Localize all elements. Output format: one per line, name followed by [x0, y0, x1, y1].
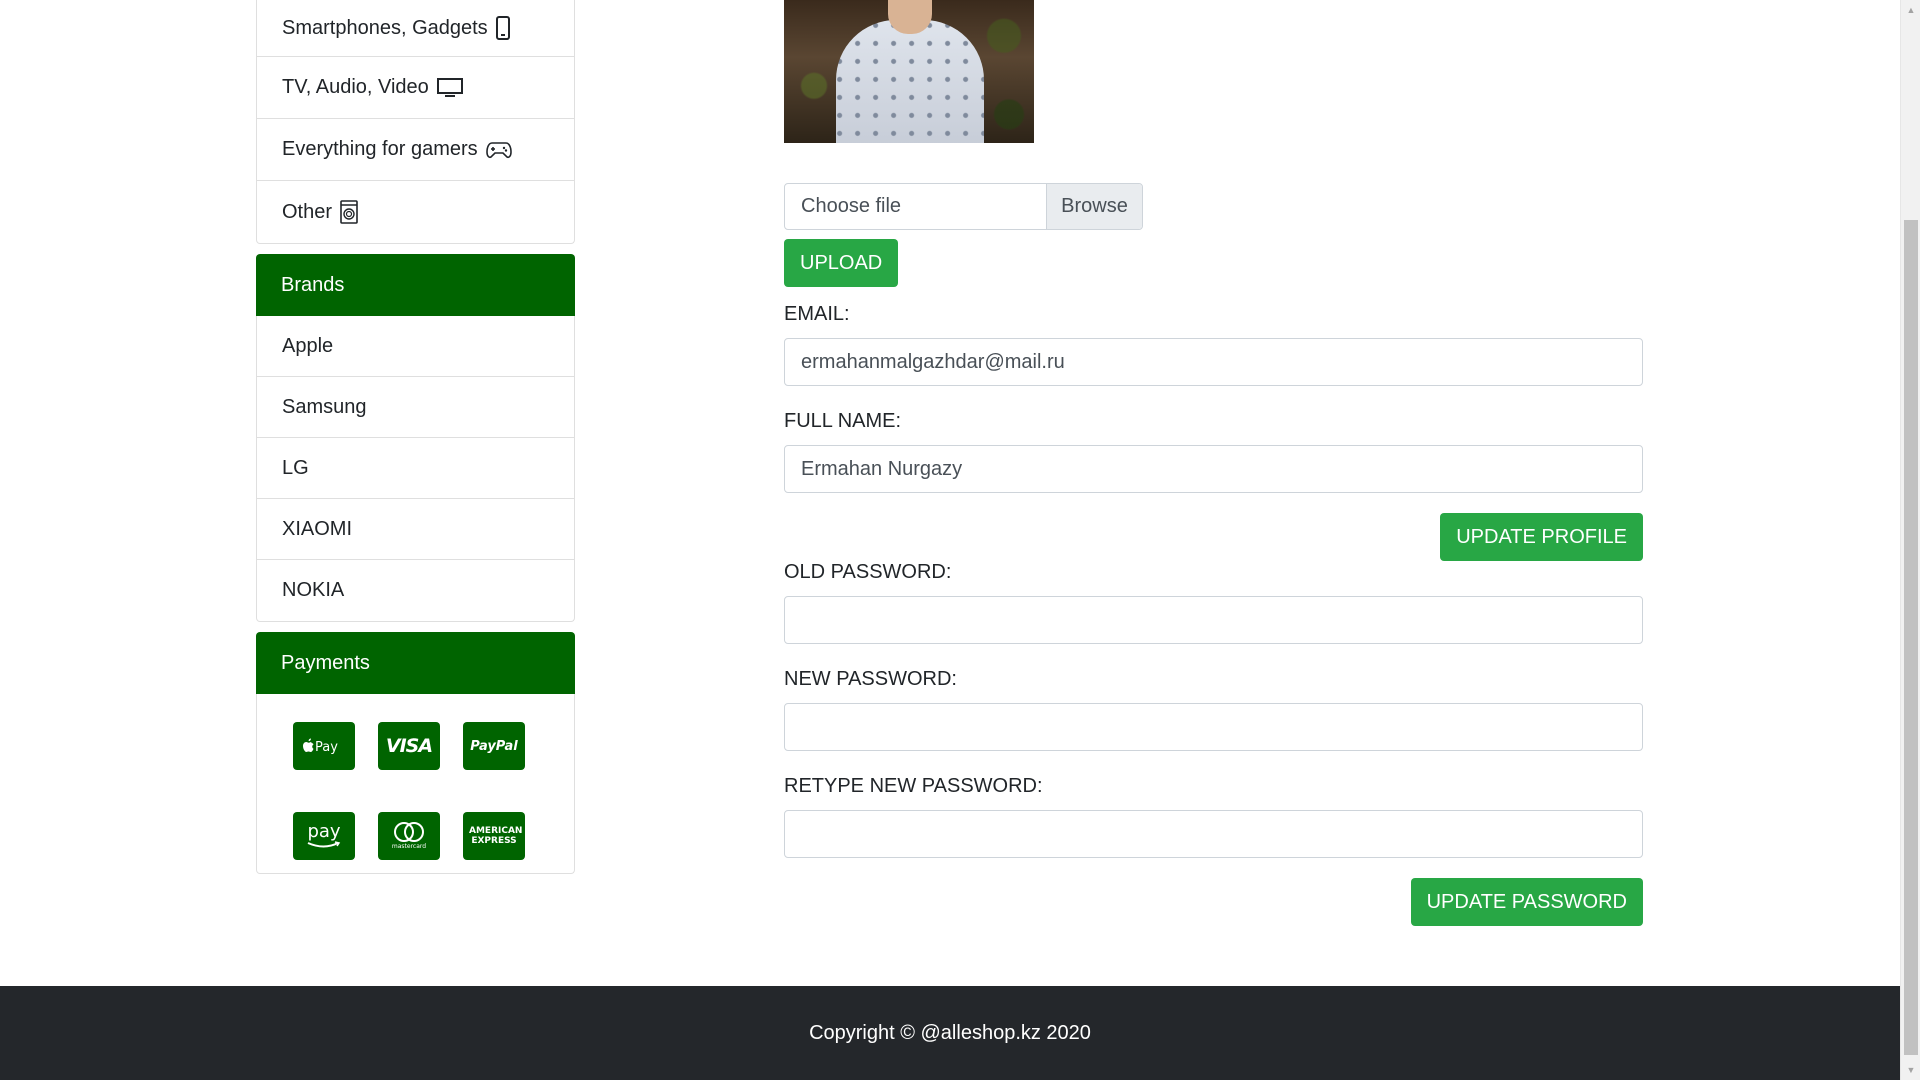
amazon-pay-icon: pay: [293, 811, 355, 860]
smartphone-icon: [495, 16, 510, 40]
brands-header: Brands: [256, 254, 575, 316]
brand-label: Apple: [282, 334, 334, 357]
brand-item-samsung[interactable]: Samsung: [257, 377, 574, 438]
brands-list: Apple Samsung LG XIAOMI NOKIA: [256, 316, 575, 622]
mastercard-icon: mastercard: [378, 811, 440, 860]
update-password-button[interactable]: UPDATE PASSWORD: [1410, 878, 1643, 926]
brand-label: XIAOMI: [282, 517, 353, 540]
brand-item-lg[interactable]: LG: [257, 438, 574, 499]
brand-item-nokia[interactable]: NOKIA: [257, 560, 574, 621]
category-item-smartphones[interactable]: Smartphones, Gadgets: [257, 0, 574, 57]
brand-item-apple[interactable]: Apple: [257, 316, 574, 377]
file-chooser[interactable]: Choose file Browse: [784, 183, 1143, 230]
apple-pay-label: Pay: [315, 740, 338, 755]
category-item-other[interactable]: Other: [257, 181, 574, 243]
scroll-down-icon[interactable]: ▼: [1901, 1060, 1920, 1080]
profile-form: Choose file Browse UPLOAD EMAIL: ermahan…: [784, 0, 1644, 926]
brand-label: Samsung: [282, 395, 367, 418]
file-chooser-placeholder: Choose file: [801, 195, 902, 217]
category-item-gamers[interactable]: Everything for gamers: [257, 119, 574, 181]
monitor-icon: [436, 77, 463, 98]
mastercard-label: mastercard: [391, 842, 427, 850]
visa-icon: VISA: [378, 722, 440, 770]
browse-button[interactable]: Browse: [1046, 184, 1142, 229]
footer: Copyright © @alleshop.kz 2020: [0, 986, 1900, 1080]
retype-password-label: RETYPE NEW PASSWORD:: [784, 775, 1043, 797]
full-name-label: FULL NAME:: [784, 410, 902, 432]
upload-button[interactable]: UPLOAD: [784, 239, 899, 287]
amazon-pay-label: pay: [307, 820, 341, 842]
apple-pay-icon: Pay: [293, 722, 355, 770]
update-profile-button[interactable]: UPDATE PROFILE: [1440, 513, 1643, 561]
amex-label: AMERICAN EXPRESS: [469, 825, 523, 846]
new-password-label: NEW PASSWORD:: [784, 668, 957, 690]
update-profile-row: UPDATE PROFILE: [784, 513, 1643, 561]
old-password-field[interactable]: [784, 596, 1643, 644]
sidebar: Smartphones, Gadgets TV, Audio, Video Ev…: [256, 0, 575, 874]
payments-panel: Payments Pay VISA PayPal pay mastercard: [256, 632, 575, 874]
category-label: Other: [282, 200, 333, 223]
copyright-text: Copyright © @alleshop.kz 2020: [809, 1021, 1091, 1044]
paypal-label: PayPal: [470, 738, 518, 754]
paypal-icon: PayPal: [463, 722, 525, 770]
old-password-label: OLD PASSWORD:: [784, 561, 952, 583]
washing-machine-icon: [340, 200, 358, 224]
email-field[interactable]: ermahanmalgazhdar@mail.ru: [784, 338, 1643, 386]
brand-label: NOKIA: [282, 579, 345, 601]
category-list: Smartphones, Gadgets TV, Audio, Video Ev…: [256, 0, 575, 244]
page-scrollbar[interactable]: ▲ ▼: [1900, 0, 1920, 1080]
brand-label: LG: [282, 456, 309, 479]
brands-panel: Brands Apple Samsung LG XIAOMI NOKIA: [256, 254, 575, 622]
brand-item-xiaomi[interactable]: XIAOMI: [257, 499, 574, 560]
scroll-up-icon[interactable]: ▲: [1901, 0, 1920, 20]
profile-photo: [784, 0, 1034, 143]
scrollbar-thumb[interactable]: [1904, 220, 1918, 1055]
category-label: Everything for gamers: [282, 138, 478, 160]
full-name-field[interactable]: Ermahan Nurgazy: [784, 445, 1643, 493]
category-label: TV, Audio, Video: [282, 76, 429, 98]
new-password-field[interactable]: [784, 703, 1643, 751]
visa-label: VISA: [385, 735, 433, 757]
payments-header: Payments: [256, 632, 575, 694]
category-item-tv[interactable]: TV, Audio, Video: [257, 57, 574, 119]
amex-icon: AMERICAN EXPRESS: [463, 811, 525, 860]
payment-methods: Pay VISA PayPal pay mastercard AMERICAN …: [256, 694, 575, 874]
retype-password-field[interactable]: [784, 810, 1643, 858]
email-label: EMAIL:: [784, 303, 850, 325]
update-password-row: UPDATE PASSWORD: [784, 878, 1643, 926]
gamepad-icon: [485, 141, 512, 159]
category-label: Smartphones, Gadgets: [282, 16, 488, 39]
